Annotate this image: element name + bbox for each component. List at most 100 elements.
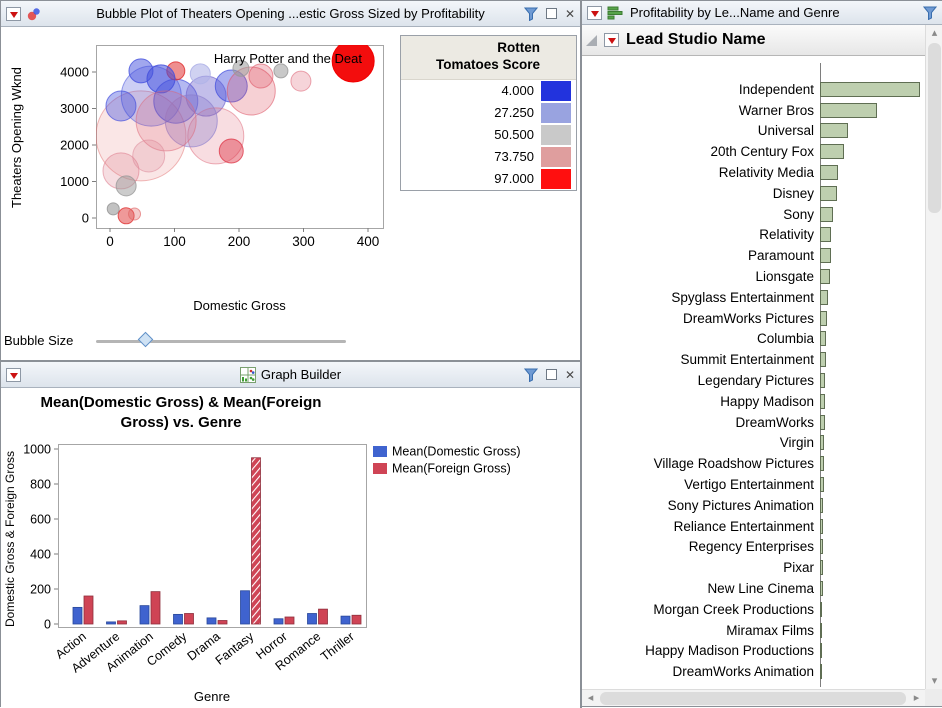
bar-foreign-gross[interactable] — [118, 621, 127, 624]
studio-bar[interactable] — [820, 560, 823, 575]
studio-bar[interactable] — [820, 435, 824, 450]
studio-label[interactable]: DreamWorks — [582, 415, 820, 430]
studio-bar[interactable] — [820, 165, 838, 180]
filter-icon[interactable] — [524, 368, 538, 382]
bubble-point[interactable] — [106, 91, 136, 121]
close-icon[interactable]: ✕ — [565, 8, 575, 20]
legend-color-swatch[interactable] — [541, 81, 571, 101]
studio-bar[interactable] — [820, 643, 822, 658]
studio-bar[interactable] — [820, 456, 824, 471]
scroll-down-icon[interactable]: ▾ — [926, 673, 942, 689]
vertical-scroll-thumb[interactable] — [928, 43, 941, 213]
studio-label[interactable]: Vertigo Entertainment — [582, 477, 820, 492]
horizontal-scroll-thumb[interactable] — [600, 692, 906, 705]
bar-domestic-gross[interactable] — [140, 606, 149, 624]
studio-bar[interactable] — [820, 103, 877, 118]
maximize-icon[interactable] — [546, 8, 557, 19]
studio-label[interactable]: Independent — [582, 82, 820, 97]
vertical-scrollbar[interactable]: ▴ ▾ — [925, 25, 942, 689]
studio-bar[interactable] — [820, 248, 831, 263]
studio-bar[interactable] — [820, 539, 823, 554]
studio-label[interactable]: DreamWorks Pictures — [582, 311, 820, 326]
legend-color-swatch[interactable] — [541, 103, 571, 123]
studio-label[interactable]: Columbia — [582, 331, 820, 346]
bubble-point[interactable] — [291, 71, 311, 91]
bar-domestic-gross[interactable] — [341, 616, 350, 624]
filter-icon[interactable] — [923, 6, 937, 20]
studio-bar[interactable] — [820, 311, 827, 326]
studio-bar[interactable] — [820, 207, 833, 222]
studio-bar[interactable] — [820, 415, 825, 430]
studio-label[interactable]: Warner Bros — [582, 103, 820, 118]
bubble-point[interactable] — [116, 176, 136, 196]
bar-foreign-gross[interactable] — [151, 592, 160, 624]
bar-domestic-gross[interactable] — [174, 614, 183, 624]
studio-label[interactable]: Miramax Films — [582, 623, 820, 638]
bubble-point[interactable] — [107, 203, 119, 215]
studio-label[interactable]: Sony Pictures Animation — [582, 498, 820, 513]
collapse-triangle-icon[interactable] — [586, 35, 597, 46]
bubble-size-slider-track[interactable] — [96, 340, 346, 343]
studio-label[interactable]: Happy Madison Productions — [582, 643, 820, 658]
scroll-up-icon[interactable]: ▴ — [926, 25, 942, 41]
bar-foreign-gross[interactable] — [185, 614, 194, 625]
bar-foreign-gross[interactable] — [319, 609, 328, 624]
bar-foreign-gross[interactable] — [352, 615, 361, 624]
studio-label[interactable]: 20th Century Fox — [582, 144, 820, 159]
bubble-point[interactable] — [129, 208, 141, 220]
horizontal-scrollbar[interactable]: ◂ ▸ — [582, 689, 925, 706]
scroll-left-icon[interactable]: ◂ — [582, 690, 599, 706]
studio-bar[interactable] — [820, 82, 920, 97]
bar-domestic-gross[interactable] — [107, 622, 116, 624]
studio-bar[interactable] — [820, 373, 825, 388]
legend-color-swatch[interactable] — [541, 169, 571, 189]
bar-foreign-gross[interactable] — [252, 458, 261, 624]
studio-label[interactable]: Happy Madison — [582, 394, 820, 409]
studio-label[interactable]: Relativity Media — [582, 165, 820, 180]
studio-bar[interactable] — [820, 331, 826, 346]
red-triangle-menu-icon[interactable] — [587, 6, 602, 20]
bubble-point[interactable] — [190, 64, 210, 84]
studio-label[interactable]: Legendary Pictures — [582, 373, 820, 388]
studio-label[interactable]: Disney — [582, 186, 820, 201]
studio-label[interactable]: Paramount — [582, 248, 820, 263]
studio-label[interactable]: New Line Cinema — [582, 581, 820, 596]
studio-bar[interactable] — [820, 123, 848, 138]
filter-icon[interactable] — [524, 7, 538, 21]
studio-bar[interactable] — [820, 269, 830, 284]
studio-bar[interactable] — [820, 581, 823, 596]
studio-bar[interactable] — [820, 186, 837, 201]
studio-bar[interactable] — [820, 477, 824, 492]
studio-label[interactable]: Relativity — [582, 227, 820, 242]
studio-label[interactable]: Regency Enterprises — [582, 539, 820, 554]
red-triangle-menu-icon[interactable] — [604, 33, 619, 47]
studio-label[interactable]: Sony — [582, 207, 820, 222]
grouped-bar-chart-plot[interactable]: 02004006008001000ActionAdventureAnimatio… — [1, 418, 580, 707]
studio-label[interactable]: Morgan Creek Productions — [582, 602, 820, 617]
bubble-point[interactable] — [274, 64, 288, 78]
legend-color-swatch[interactable] — [541, 125, 571, 145]
scroll-right-icon[interactable]: ▸ — [908, 690, 925, 706]
bubble-point[interactable] — [133, 140, 165, 172]
series-legend-swatch[interactable] — [373, 446, 387, 457]
studio-bar[interactable] — [820, 227, 831, 242]
bubble-point[interactable] — [249, 64, 273, 88]
bar-foreign-gross[interactable] — [84, 596, 93, 624]
studio-label[interactable]: Village Roadshow Pictures — [582, 456, 820, 471]
series-legend-swatch[interactable] — [373, 463, 387, 474]
studio-bar[interactable] — [820, 519, 823, 534]
bubble-point[interactable] — [219, 139, 243, 163]
studio-label[interactable]: Reliance Entertainment — [582, 519, 820, 534]
bar-foreign-gross[interactable] — [218, 621, 227, 625]
studio-label[interactable]: Virgin — [582, 435, 820, 450]
legend-color-swatch[interactable] — [541, 147, 571, 167]
maximize-icon[interactable] — [546, 369, 557, 380]
bar-domestic-gross[interactable] — [241, 591, 250, 624]
bar-domestic-gross[interactable] — [207, 618, 216, 624]
studio-label[interactable]: DreamWorks Animation — [582, 664, 820, 679]
close-icon[interactable]: ✕ — [565, 369, 575, 381]
red-triangle-menu-icon[interactable] — [6, 7, 21, 21]
studio-bar[interactable] — [820, 498, 823, 513]
studio-bar[interactable] — [820, 602, 822, 617]
bar-domestic-gross[interactable] — [274, 619, 283, 624]
